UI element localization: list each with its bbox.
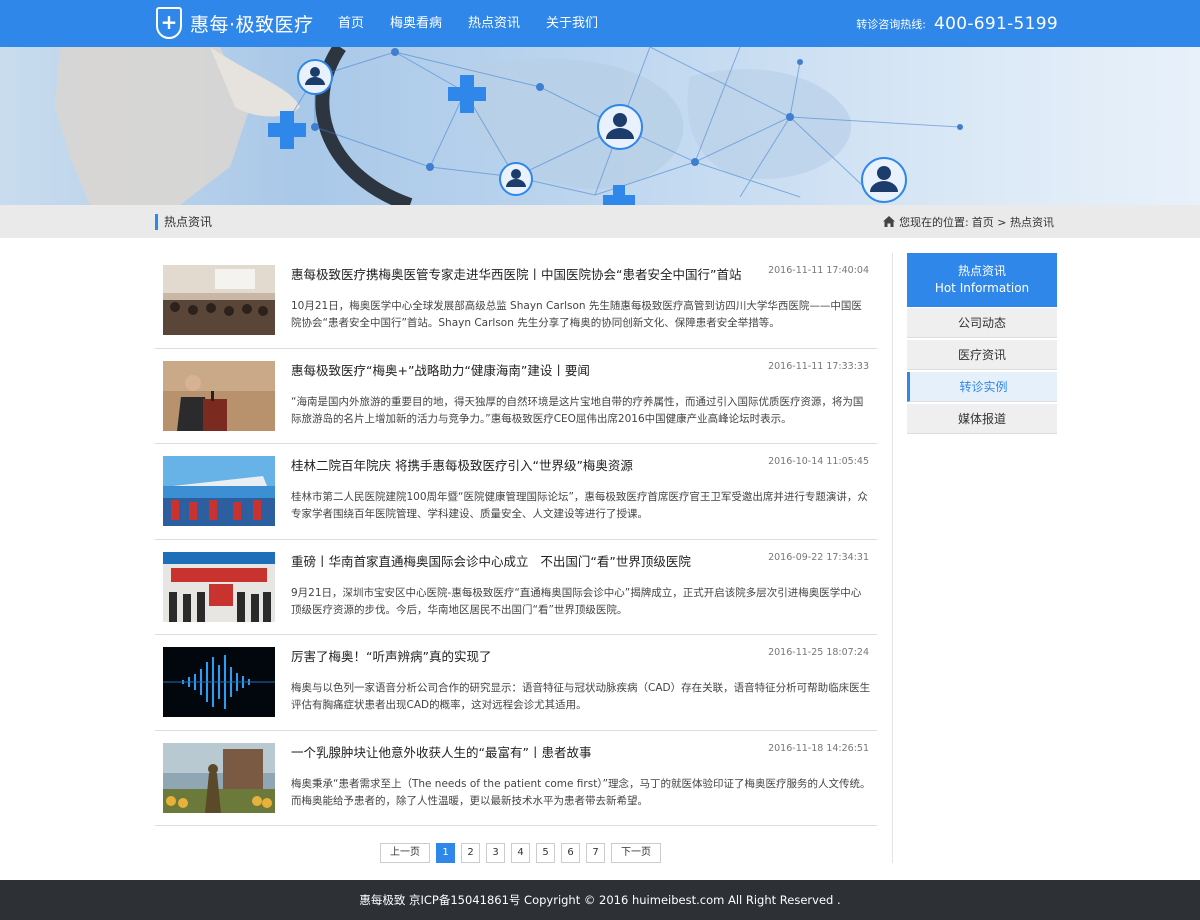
- sidebar-header: 热点资讯 Hot Information: [907, 253, 1057, 307]
- prev-page-button[interactable]: 上一页: [380, 843, 430, 863]
- hero-banner: [0, 47, 1200, 205]
- list-item[interactable]: 惠每极致医疗“梅奥+”战略助力“健康海南”建设丨要闻 2016-11-11 17…: [155, 349, 877, 444]
- footer: 惠每极致 京ICP备15041861号 Copyright © 2016 hui…: [0, 880, 1200, 920]
- list-item[interactable]: 一个乳腺肿块让他意外收获人生的“最富有”丨患者故事 2016-11-18 14:…: [155, 731, 877, 826]
- article-title[interactable]: 厉害了梅奥！“听声辨病”真的实现了: [291, 646, 491, 665]
- article-thumbnail[interactable]: [163, 456, 275, 526]
- sidebar-item-company-news[interactable]: 公司动态: [907, 308, 1057, 338]
- page-2[interactable]: 2: [461, 843, 480, 863]
- article-date: 2016-11-11 17:40:04: [768, 265, 869, 276]
- site-logo[interactable]: + 惠每·极致医疗: [156, 6, 314, 40]
- article-title[interactable]: 惠每极致医疗“梅奥+”战略助力“健康海南”建设丨要闻: [291, 360, 590, 379]
- article-thumbnail[interactable]: [163, 647, 275, 717]
- network-medical-illustration: [55, 47, 963, 205]
- list-item[interactable]: 重磅丨华南首家直通梅奥国际会诊中心成立 不出国门“看”世界顶级医院 2016-0…: [155, 540, 877, 635]
- article-date: 2016-11-18 14:26:51: [768, 742, 869, 754]
- article-title[interactable]: 重磅丨华南首家直通梅奥国际会诊中心成立 不出国门“看”世界顶级医院: [291, 551, 691, 570]
- page-5[interactable]: 5: [536, 843, 555, 863]
- article-date: 2016-10-14 11:05:45: [768, 456, 869, 467]
- article-thumbnail[interactable]: [163, 360, 275, 431]
- article-date: 2016-11-25 18:07:24: [768, 647, 869, 658]
- sidebar-item-medical-news[interactable]: 医疗资讯: [907, 340, 1057, 370]
- nav-about[interactable]: 关于我们: [533, 0, 611, 47]
- nav-hot-news[interactable]: 热点资讯: [455, 0, 533, 47]
- article-date: 2016-09-22 17:34:31: [768, 551, 869, 563]
- article-title[interactable]: 桂林二院百年院庆 将携手惠每极致医疗引入“世界级”梅奥资源: [291, 455, 633, 474]
- next-page-button[interactable]: 下一页: [611, 843, 661, 863]
- section-title: 热点资讯: [155, 214, 212, 230]
- breadcrumb: 您现在的位置: 首页 > 热点资讯: [883, 205, 1054, 238]
- logo-text: 惠每·极致医疗: [190, 13, 314, 36]
- page-7[interactable]: 7: [586, 843, 605, 863]
- pagination: 上一页 1 2 3 4 5 6 7 下一页: [380, 843, 667, 863]
- page-3[interactable]: 3: [486, 843, 505, 863]
- hotline: 转诊咨询热线: 400-691-5199: [856, 0, 1058, 47]
- article-summary: 桂林市第二人民医院建院100周年暨“医院健康管理国际论坛”，惠每极致医疗首席医疗…: [291, 491, 868, 520]
- article-date: 2016-11-11 17:33:33: [768, 360, 869, 372]
- article-summary: 9月21日，深圳市宝安区中心医院-惠每极致医疗“直通梅奥国际会诊中心”揭牌成立，…: [291, 586, 862, 616]
- article-title[interactable]: 惠每极致医疗携梅奥医管专家走进华西医院丨中国医院协会“患者安全中国行”首站: [291, 264, 741, 283]
- page-4[interactable]: 4: [511, 843, 530, 863]
- article-thumbnail[interactable]: [163, 551, 275, 622]
- sidebar-item-referral-cases[interactable]: 转诊实例: [907, 372, 1057, 402]
- sidebar-header-cn: 热点资讯: [957, 264, 1006, 278]
- breadcrumb-path[interactable]: 首页 > 热点资讯: [972, 214, 1054, 230]
- article-summary: 梅奥秉承“患者需求至上（The needs of the patient com…: [291, 777, 871, 807]
- list-item[interactable]: 厉害了梅奥！“听声辨病”真的实现了 2016-11-25 18:07:24 梅奥…: [155, 635, 877, 731]
- article-title[interactable]: 一个乳腺肿块让他意外收获人生的“最富有”丨患者故事: [291, 742, 591, 761]
- article-thumbnail[interactable]: [163, 265, 275, 335]
- home-icon: [883, 216, 896, 227]
- article-summary: 梅奥与以色列一家语音分析公司合作的研究显示：语音特征与冠状动脉疾病（CAD）存在…: [291, 682, 871, 711]
- sidebar-item-media-reports[interactable]: 媒体报道: [907, 404, 1057, 434]
- top-header: + 惠每·极致医疗 首页 梅奥看病 热点资讯 关于我们 转诊咨询热线: 400-…: [0, 0, 1200, 47]
- list-item[interactable]: 惠每极致医疗携梅奥医管专家走进华西医院丨中国医院协会“患者安全中国行”首站 20…: [155, 253, 877, 349]
- main-nav: 首页 梅奥看病 热点资讯 关于我们: [325, 0, 611, 47]
- footer-copyright: 惠每极致 京ICP备15041861号 Copyright © 2016 hui…: [359, 893, 841, 907]
- sidebar-header-en: Hot Information: [934, 281, 1030, 295]
- hotline-label: 转诊咨询热线:: [856, 17, 926, 31]
- page-1[interactable]: 1: [436, 843, 455, 863]
- article-summary: 10月21日，梅奥医学中心全球发展部高级总监 Shayn Carlson 先生随…: [291, 300, 862, 329]
- breadcrumb-prefix: 您现在的位置:: [899, 215, 969, 229]
- article-list: 惠每极致医疗携梅奥医管专家走进华西医院丨中国医院协会“患者安全中国行”首站 20…: [155, 253, 877, 826]
- article-thumbnail[interactable]: [163, 742, 275, 813]
- breadcrumb-bar: 热点资讯 您现在的位置: 首页 > 热点资讯: [0, 205, 1200, 238]
- page-6[interactable]: 6: [561, 843, 580, 863]
- article-summary: “海南是国内外旅游的重要目的地，得天独厚的自然环境是这片宝地自带的疗养属性，而通…: [291, 395, 864, 425]
- nav-home[interactable]: 首页: [325, 0, 377, 47]
- nav-mayo-visit[interactable]: 梅奥看病: [377, 0, 455, 47]
- hotline-number: 400-691-5199: [933, 13, 1058, 34]
- content-divider: [892, 253, 893, 863]
- sidebar: 热点资讯 Hot Information 公司动态 医疗资讯 转诊实例 媒体报道: [907, 253, 1057, 434]
- shield-cross-icon: +: [156, 7, 182, 39]
- list-item[interactable]: 桂林二院百年院庆 将携手惠每极致医疗引入“世界级”梅奥资源 2016-10-14…: [155, 444, 877, 540]
